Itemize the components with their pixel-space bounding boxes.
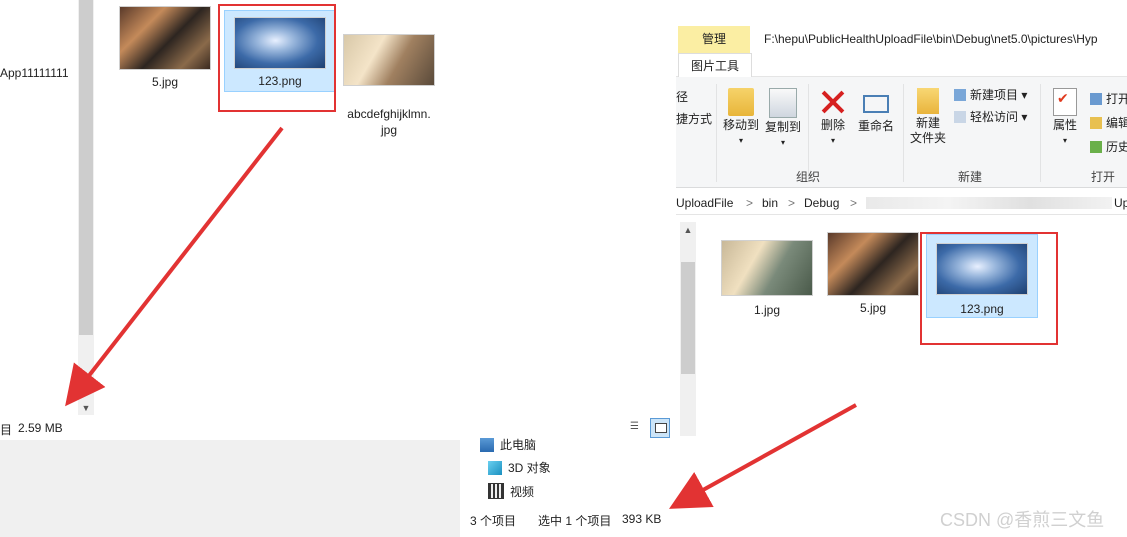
new-folder-button[interactable]: 新建 文件夹 [906,88,950,146]
chevron-down-icon: ▾ [738,136,743,145]
copy-to-button[interactable]: 复制到 ▾ [762,88,804,150]
ribbon-separator [1040,84,1041,182]
details-view-icon[interactable]: ☰ [630,421,646,435]
right-scrollbar-thumb[interactable] [681,262,695,374]
status-size: 2.59 MB [18,421,63,435]
highlight-box [920,232,1058,345]
rename-icon [863,95,889,113]
delete-x-icon [820,88,846,116]
scroll-up-icon[interactable]: ▲ [680,222,696,238]
open-icon [1090,93,1102,105]
nav-label: 此电脑 [500,438,537,452]
chevron-down-icon: ▾ [1062,136,1067,145]
button-label: 复制到 [764,120,801,134]
tab-manage[interactable]: 管理 [678,26,750,53]
file-name: 1.jpg [753,303,781,317]
button-label: 新建项目 ▾ [970,88,1028,102]
nav-item-videos[interactable]: 视频 [488,483,534,500]
nav-item-3d-objects[interactable]: 3D 对象 [488,459,551,476]
image-thumbnail [119,6,211,70]
ribbon-separator [903,84,904,182]
move-folder-icon [728,88,754,116]
nav-label: 视频 [510,485,535,499]
chevron-down-icon: ▾ [830,136,835,145]
tab-picture-tools[interactable]: 图片工具 [678,53,752,78]
new-item-button[interactable]: 新建项目 ▾ [954,86,1027,103]
film-icon [488,483,504,499]
button-label: 历史 [1106,140,1127,154]
computer-icon [480,438,494,452]
image-thumbnail [721,240,813,296]
easy-access-button[interactable]: 轻松访问 ▾ [954,108,1027,125]
status-selected: 选中 1 个项目 [538,514,612,528]
breadcrumb-segment[interactable]: bin [762,196,778,210]
right-status-bar: 3 个项目 选中 1 个项目 393 KB [460,508,700,530]
file-name: 5.jpg [151,75,179,89]
status-item-count: 3 个项目 [470,514,517,528]
desktop-background [0,440,460,537]
left-navigation-pane [0,0,80,415]
ribbon-separator [716,84,717,182]
button-label: 打开 [1106,92,1127,106]
chevron-right-icon[interactable]: > [850,196,857,210]
group-label-organize: 组织 [796,170,821,184]
breadcrumb-segment[interactable]: UploadFile [676,196,733,210]
history-icon [1090,141,1102,153]
edit-button[interactable]: 编辑 [1090,114,1127,131]
window-title-path: F:\hepu\PublicHealthUploadFile\bin\Debug… [764,32,1098,46]
address-bar[interactable]: UploadFile > bin > Debug > Up [676,192,1127,215]
status-size: 393 KB [622,512,662,526]
delete-button[interactable]: 删除 ▾ [812,88,854,148]
blurred-path [866,197,1112,209]
chevron-right-icon[interactable]: > [746,196,753,210]
chevron-down-icon: ▾ [780,138,785,147]
left-nav-item[interactable]: App11111111 [0,66,69,80]
new-folder-icon [917,88,939,114]
file-name: 5.jpg [859,301,887,315]
scroll-down-icon[interactable]: ▼ [78,400,94,416]
left-scrollbar-thumb[interactable] [79,0,93,335]
file-item-5jpg[interactable]: 5.jpg [110,6,220,90]
button-label: 移动到 [722,118,759,132]
copy-icon [769,88,797,118]
new-item-icon [954,89,966,101]
view-toggle: ☰ [628,418,672,440]
status-item-count: 目 [0,423,13,437]
edit-icon [1090,117,1102,129]
button-label: 属性 [1052,118,1077,132]
chevron-right-icon[interactable]: > [788,196,795,210]
move-to-button[interactable]: 移动到 ▾ [720,88,762,148]
history-button[interactable]: 历史 [1090,138,1127,155]
cube-icon [488,461,502,475]
button-label: 新建 [915,116,940,130]
large-icons-view-icon[interactable] [650,418,670,438]
open-button[interactable]: 打开 [1090,90,1127,107]
file-item-5jpg[interactable]: 5.jpg [818,232,928,316]
group-label-new: 新建 [958,170,983,184]
button-label: 文件夹 [909,131,946,145]
breadcrumb-segment[interactable]: Up [1114,196,1127,210]
file-item-abcdefghijklmn[interactable]: abcdefghijklmn. jpg [334,18,444,154]
group-label-open: 打开 [1091,170,1116,184]
partial-button[interactable]: 捷方式 [676,110,712,127]
properties-icon [1053,88,1077,116]
breadcrumb-segment[interactable]: Debug [804,196,839,210]
watermark: CSDN @香煎三文鱼 [940,510,1105,530]
button-label: 删除 [820,118,845,132]
highlight-box [218,4,336,112]
file-item-1jpg[interactable]: 1.jpg [712,240,822,318]
rename-button[interactable]: 重命名 [854,88,898,134]
file-name: abcdefghijklmn. jpg [347,107,431,137]
image-thumbnail [827,232,919,296]
button-label: 编辑 [1106,116,1127,130]
easy-access-icon [954,111,966,123]
button-label: 轻松访问 ▾ [970,110,1028,124]
nav-item-this-pc[interactable]: 此电脑 [480,436,536,453]
button-label: 重命名 [857,119,894,133]
nav-label: 3D 对象 [508,461,551,475]
properties-button[interactable]: 属性 ▾ [1044,88,1086,148]
partial-button[interactable]: 径 [676,88,688,105]
image-thumbnail [343,34,435,86]
